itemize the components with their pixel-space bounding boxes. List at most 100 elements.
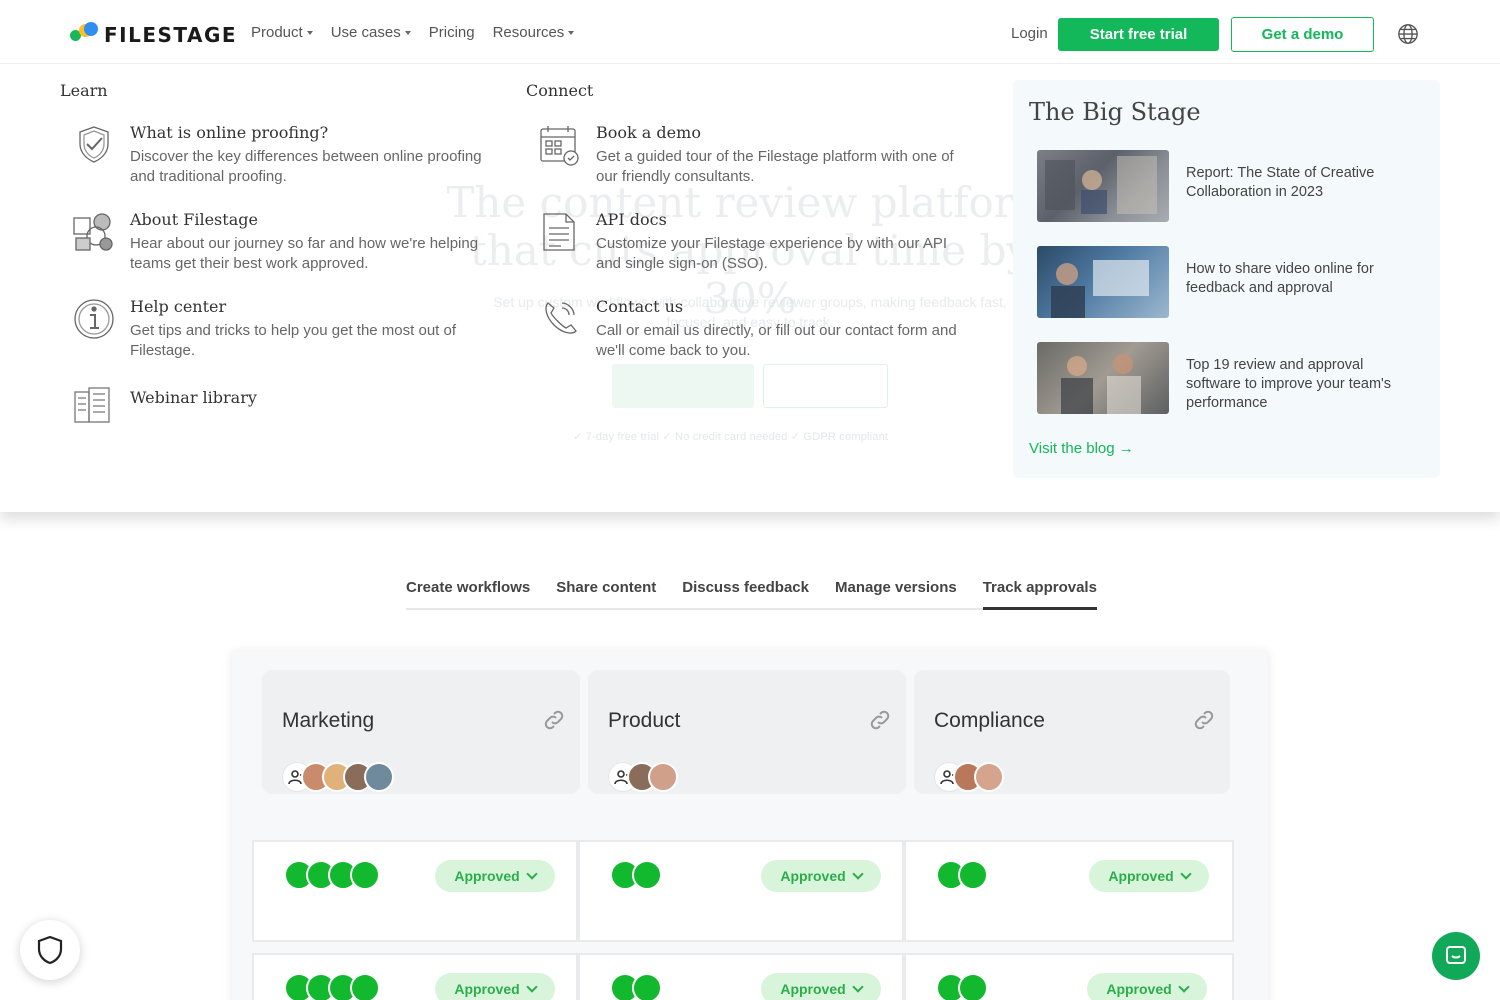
tab-manage-versions[interactable]: Manage versions: [835, 578, 957, 610]
status-label: Approved: [780, 981, 846, 997]
item-description: Discover the key differences between onl…: [130, 148, 482, 185]
stage-name: Compliance: [934, 709, 1045, 732]
item-title: Webinar library: [130, 388, 257, 407]
approved-status-dropdown[interactable]: Approved: [435, 973, 555, 1000]
blog-panel: The Big Stage Report: The State of Creat…: [1013, 80, 1440, 478]
shield-icon: [37, 935, 63, 965]
visit-blog-link[interactable]: Visit the blog →: [1029, 440, 1134, 457]
get-a-demo-button[interactable]: Get a demo: [1231, 17, 1374, 52]
blog-post-item[interactable]: Report: The State of Creative Collaborat…: [1037, 150, 1417, 222]
reviewer-status-dots: [936, 860, 988, 890]
blog-title: The Big Stage: [1029, 98, 1201, 126]
approval-app-mockup: Marketing Product Compliance Approved Ap…: [232, 650, 1268, 1000]
item-title: About Filestage: [130, 210, 258, 229]
avatar: [364, 762, 394, 792]
blog-thumbnail: [1037, 246, 1169, 318]
login-link[interactable]: Login: [1011, 25, 1048, 42]
avatar: [648, 762, 678, 792]
reviewer-status-dots: [610, 973, 662, 1000]
stage-reviewers: [282, 762, 394, 792]
privacy-settings-button[interactable]: [20, 920, 80, 980]
chevron-down-icon: [1178, 981, 1190, 993]
status-label: Approved: [454, 868, 520, 884]
approval-cell[interactable]: Approved: [578, 840, 904, 942]
status-label: Approved: [454, 981, 520, 997]
blog-thumbnail: [1037, 150, 1169, 222]
caret-down-icon: [306, 30, 313, 35]
item-title: Book a demo: [596, 123, 701, 142]
info-icon: [74, 299, 114, 339]
chat-button[interactable]: [1432, 932, 1480, 980]
blog-thumbnail: [1037, 342, 1169, 414]
review-stage-compliance[interactable]: Compliance: [914, 670, 1230, 794]
nav-use-cases[interactable]: Use cases: [331, 24, 411, 41]
stage-reviewers: [608, 762, 678, 792]
tab-discuss-feedback[interactable]: Discuss feedback: [682, 578, 809, 610]
chat-icon: [1446, 946, 1466, 964]
nav-resources-label: Resources: [492, 24, 565, 41]
calendar-icon: [540, 126, 579, 166]
nav-resources[interactable]: Resources: [493, 24, 575, 41]
caret-down-icon: [568, 30, 575, 35]
link-icon[interactable]: [542, 708, 566, 732]
approval-cell[interactable]: Approved: [904, 953, 1234, 1000]
approved-status-dropdown[interactable]: Approved: [761, 973, 881, 1000]
approved-status-dropdown[interactable]: Approved: [1087, 973, 1207, 1000]
reviewer-status-dots: [936, 973, 988, 1000]
blog-post-title: Report: The State of Creative Collaborat…: [1186, 165, 1375, 200]
tab-share-content[interactable]: Share content: [556, 578, 656, 610]
link-icon[interactable]: [1192, 708, 1216, 732]
item-description: Get tips and tricks to help you get the …: [130, 322, 457, 359]
status-label: Approved: [780, 868, 846, 884]
stage-reviewers: [934, 762, 1004, 792]
document-icon: [543, 213, 575, 251]
item-title: Contact us: [596, 297, 684, 316]
nav-product[interactable]: Product: [251, 24, 313, 41]
item-description: Call or email us directly, or fill out o…: [596, 322, 957, 359]
globe-icon[interactable]: [1397, 23, 1419, 45]
review-stage-marketing[interactable]: Marketing: [262, 670, 580, 794]
approval-cell[interactable]: Approved: [904, 840, 1234, 942]
approved-status-dropdown[interactable]: Approved: [435, 860, 555, 892]
item-title: Help center: [130, 297, 227, 316]
item-title: API docs: [596, 210, 667, 229]
blog-post-title: How to share video online for feedback a…: [1186, 261, 1374, 296]
feature-tabs: Create workflows Share content Discuss f…: [406, 578, 1097, 610]
connect-column-title: Connect: [526, 81, 594, 100]
chevron-down-icon: [526, 981, 538, 993]
shield-check-icon: [79, 126, 109, 163]
background-demo-button: [763, 364, 888, 408]
approval-cell[interactable]: Approved: [252, 840, 578, 942]
tab-create-workflows[interactable]: Create workflows: [406, 578, 530, 610]
blog-post-item[interactable]: How to share video online for feedback a…: [1037, 246, 1417, 318]
link-icon[interactable]: [868, 708, 892, 732]
nav-pricing[interactable]: Pricing: [429, 24, 475, 41]
tab-track-approvals[interactable]: Track approvals: [982, 578, 1097, 610]
status-label: Approved: [1108, 868, 1174, 884]
blog-post-title: Top 19 review and approval software to i…: [1186, 357, 1392, 411]
phone-icon: [545, 302, 577, 334]
approval-cell[interactable]: Approved: [578, 953, 904, 1000]
reviewer-status-dots: [284, 860, 380, 890]
item-title: What is online proofing?: [130, 123, 329, 142]
chevron-down-icon: [852, 981, 864, 993]
caret-down-icon: [404, 30, 411, 35]
blog-post-item[interactable]: Top 19 review and approval software to i…: [1037, 342, 1417, 414]
stage-name: Marketing: [282, 709, 375, 732]
logo-wordmark: FILESTAGE: [104, 23, 238, 47]
approval-cell[interactable]: Approved: [252, 953, 578, 1000]
approved-status-dropdown[interactable]: Approved: [761, 860, 881, 892]
start-free-trial-button[interactable]: Start free trial: [1058, 18, 1219, 51]
avatar: [974, 762, 1004, 792]
approved-status-dropdown[interactable]: Approved: [1089, 860, 1209, 892]
chevron-down-icon: [1180, 868, 1192, 880]
reviewer-status-dots: [284, 973, 380, 1000]
stage-name: Product: [608, 709, 681, 732]
shapes-icon: [73, 213, 113, 251]
filestage-logo[interactable]: FILESTAGE: [70, 22, 237, 48]
review-stage-product[interactable]: Product: [588, 670, 906, 794]
item-description: Hear about our journey so far and how we…: [130, 235, 479, 272]
background-trial-button: [612, 364, 754, 408]
chevron-down-icon: [526, 868, 538, 880]
chevron-down-icon: [852, 868, 864, 880]
